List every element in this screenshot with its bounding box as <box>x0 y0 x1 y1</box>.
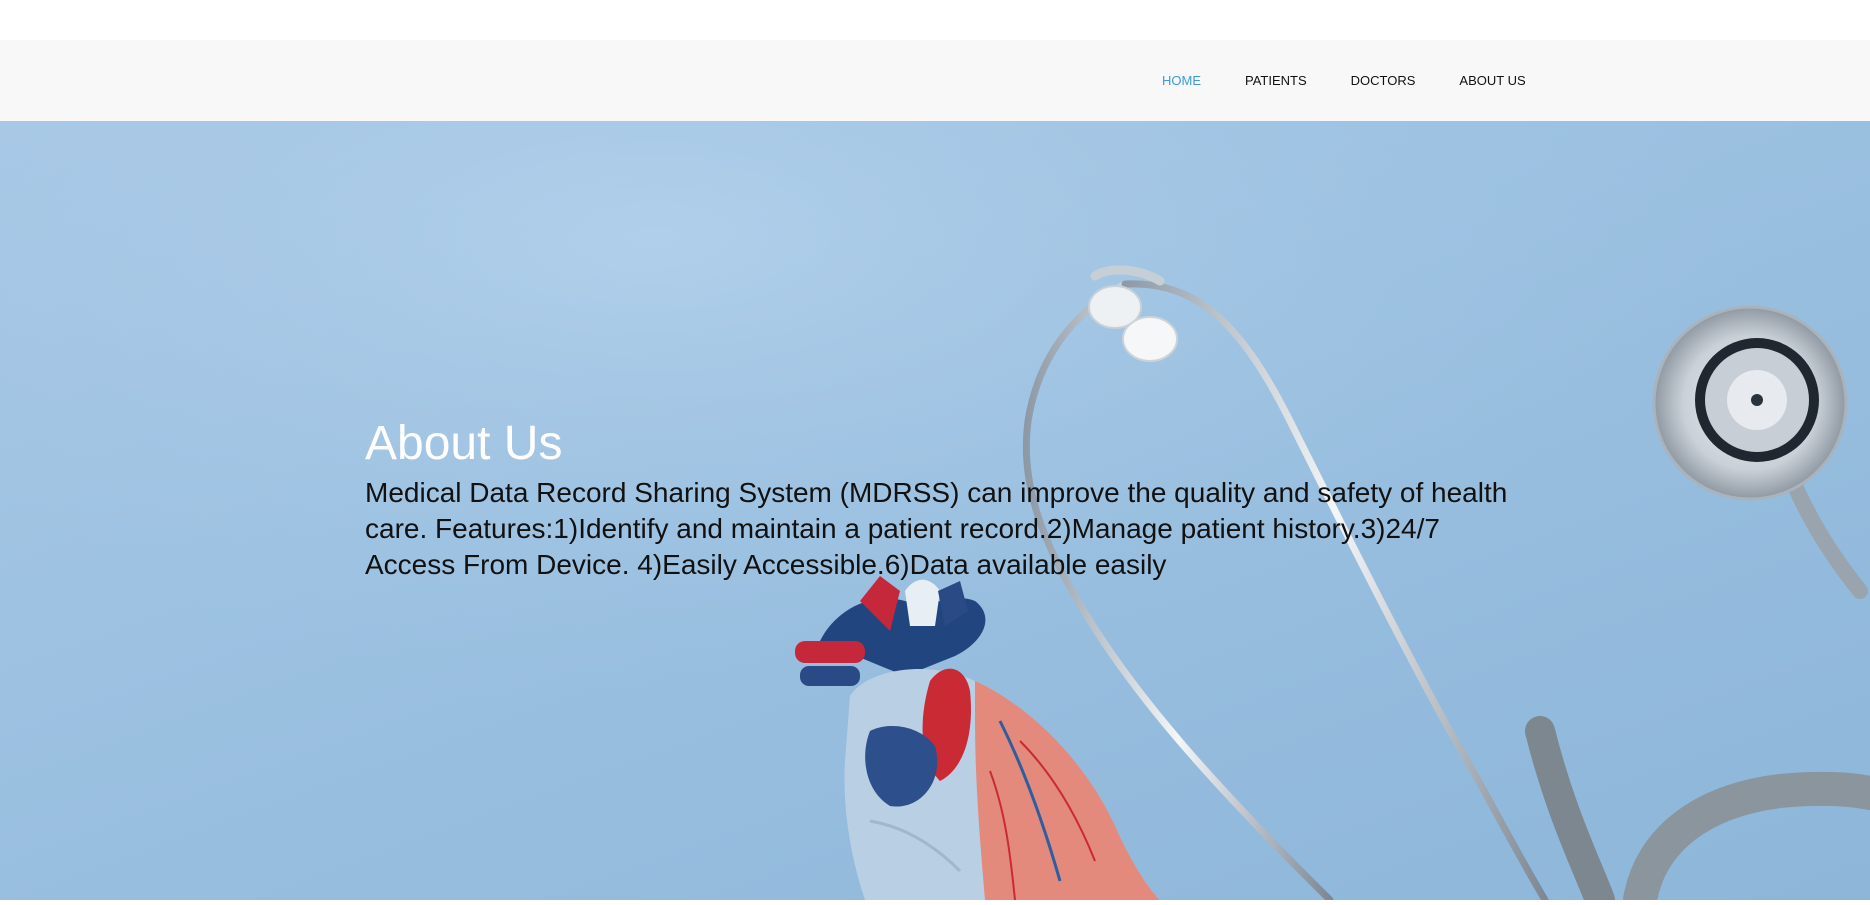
navbar: HOME PATIENTS DOCTORS ABOUT US <box>0 40 1870 121</box>
top-strip <box>0 0 1870 41</box>
nav-item-patients[interactable]: PATIENTS <box>1223 73 1329 88</box>
footer-strip <box>0 900 1870 905</box>
page-title: About Us <box>365 417 563 470</box>
about-description: Medical Data Record Sharing System (MDRS… <box>365 477 1508 581</box>
about-section: About Us Medical Data Record Sharing Sys… <box>365 417 1515 583</box>
main-nav: HOME PATIENTS DOCTORS ABOUT US <box>1140 40 1548 121</box>
nav-item-doctors[interactable]: DOCTORS <box>1329 73 1438 88</box>
hero-banner: About Us Medical Data Record Sharing Sys… <box>0 121 1870 900</box>
nav-item-about-us[interactable]: ABOUT US <box>1437 73 1547 88</box>
nav-item-home[interactable]: HOME <box>1140 73 1223 88</box>
